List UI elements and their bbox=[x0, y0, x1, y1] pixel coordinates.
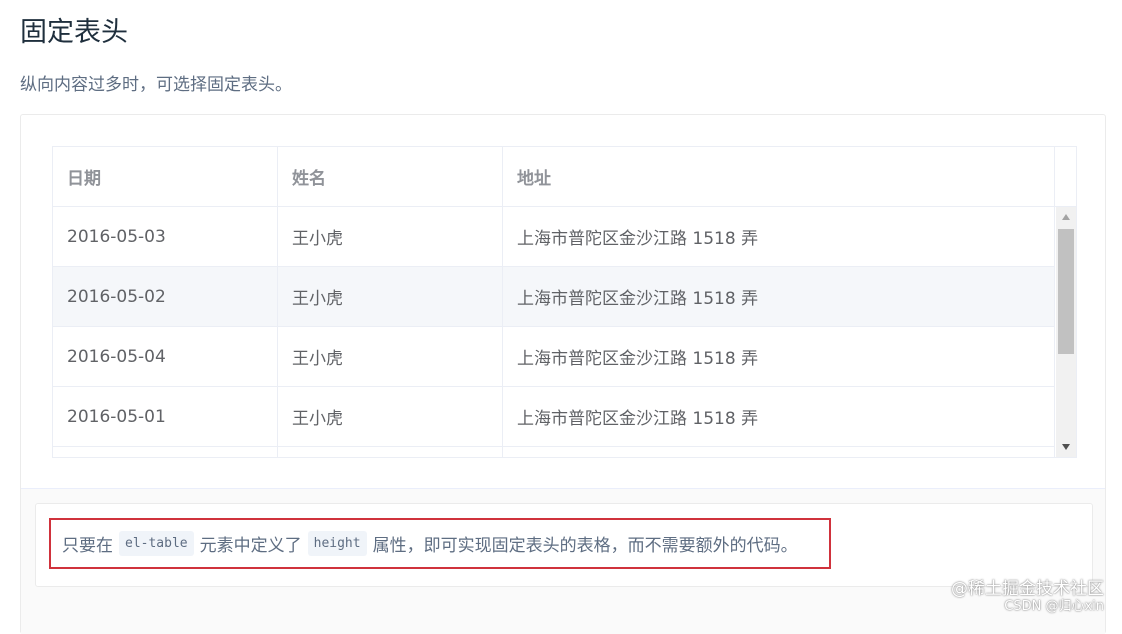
watermark-line: @稀土掘金技术社区 bbox=[951, 579, 1104, 599]
cell-date: 2016-05-04 bbox=[53, 327, 278, 386]
cell-address: 上海市普陀区金沙江路 1518 弄 bbox=[503, 327, 1055, 386]
cell-empty bbox=[503, 447, 1055, 457]
triangle-down-icon[interactable] bbox=[1056, 437, 1076, 457]
watermark: @稀土掘金技术社区 CSDN @归心xin bbox=[951, 580, 1104, 616]
fixed-header-table: 日期 姓名 地址 2016-05-03 王小虎 上海市普陀区金沙江路 1518 … bbox=[52, 146, 1077, 458]
cell-date: 2016-05-02 bbox=[53, 267, 278, 326]
cell-address: 上海市普陀区金沙江路 1518 弄 bbox=[503, 387, 1055, 446]
table-body[interactable]: 2016-05-03 王小虎 上海市普陀区金沙江路 1518 弄 2016-05… bbox=[53, 207, 1055, 457]
cell-name: 王小虎 bbox=[278, 327, 503, 386]
watermark-line: CSDN @归心xin bbox=[1004, 599, 1104, 614]
cell-name: 王小虎 bbox=[278, 207, 503, 266]
cell-address: 上海市普陀区金沙江路 1518 弄 bbox=[503, 267, 1055, 326]
scrollbar-thumb[interactable] bbox=[1058, 229, 1074, 354]
cell-empty bbox=[278, 447, 503, 457]
header-gutter bbox=[1055, 147, 1076, 206]
cell-name: 王小虎 bbox=[278, 267, 503, 326]
table-header: 日期 姓名 地址 bbox=[53, 147, 1076, 207]
page-title: 固定表头 bbox=[20, 17, 128, 48]
cell-date: 2016-05-01 bbox=[53, 387, 278, 446]
inline-code: el-table bbox=[119, 531, 194, 556]
table-row-partial bbox=[53, 447, 1055, 457]
triangle-up-icon[interactable] bbox=[1056, 207, 1076, 227]
table-row: 2016-05-01 王小虎 上海市普陀区金沙江路 1518 弄 bbox=[53, 387, 1055, 447]
cell-address: 上海市普陀区金沙江路 1518 弄 bbox=[503, 207, 1055, 266]
note-text: 元素中定义了 bbox=[199, 536, 302, 556]
table-row: 2016-05-02 王小虎 上海市普陀区金沙江路 1518 弄 bbox=[53, 267, 1055, 327]
cell-date: 2016-05-03 bbox=[53, 207, 278, 266]
table-row: 2016-05-04 王小虎 上海市普陀区金沙江路 1518 弄 bbox=[53, 327, 1055, 387]
demo-block: 日期 姓名 地址 2016-05-03 王小虎 上海市普陀区金沙江路 1518 … bbox=[20, 114, 1106, 634]
note-text: 属性，即可实现固定表头的表格，而不需要额外的代码。 bbox=[372, 536, 798, 556]
note-text: 只要在 bbox=[62, 536, 113, 556]
cell-empty bbox=[53, 447, 278, 457]
inline-code: height bbox=[307, 531, 367, 556]
table-row: 2016-05-03 王小虎 上海市普陀区金沙江路 1518 弄 bbox=[53, 207, 1055, 267]
vertical-scrollbar[interactable] bbox=[1056, 207, 1076, 457]
column-header-name: 姓名 bbox=[278, 147, 503, 206]
column-header-address: 地址 bbox=[503, 147, 1055, 206]
column-header-date: 日期 bbox=[53, 147, 278, 206]
cell-name: 王小虎 bbox=[278, 387, 503, 446]
page-description: 纵向内容过多时，可选择固定表头。 bbox=[20, 75, 292, 95]
highlighted-note: 只要在 el-table 元素中定义了 height 属性，即可实现固定表头的表… bbox=[49, 518, 831, 569]
